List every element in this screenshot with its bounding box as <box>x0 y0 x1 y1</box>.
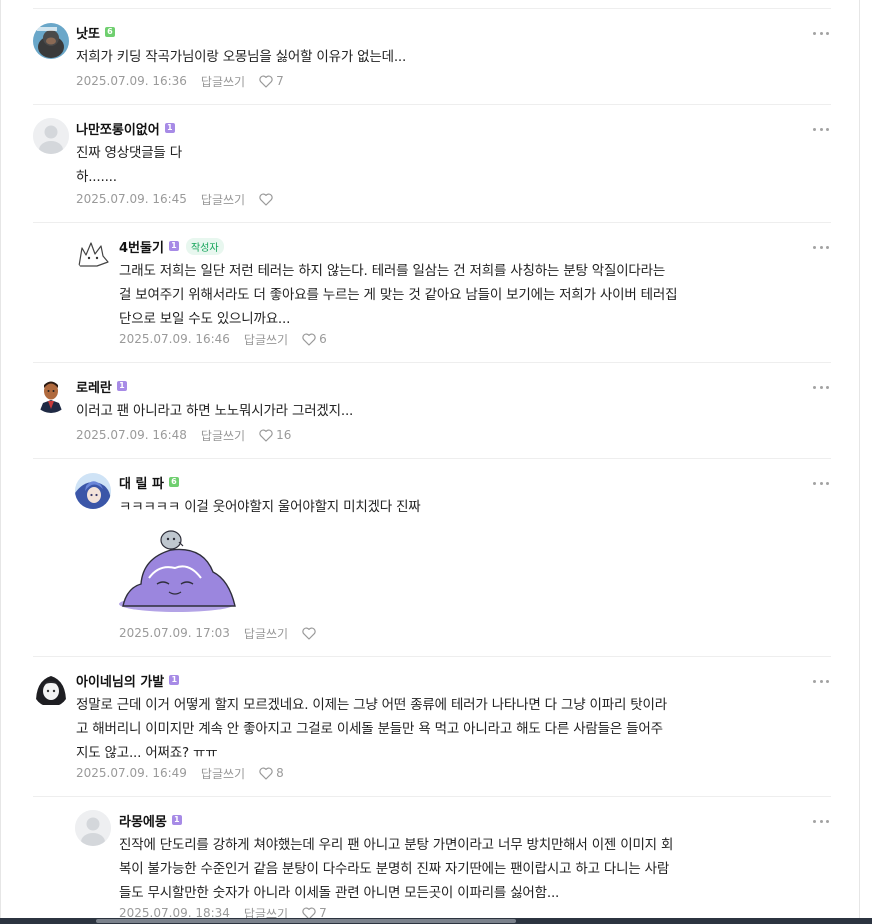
avatar[interactable] <box>33 377 69 413</box>
heart-outline-icon[interactable] <box>259 74 273 88</box>
more-horizontal-icon[interactable] <box>813 26 829 40</box>
horizontal-scrollbar[interactable] <box>0 918 872 924</box>
comment-text-line: 정말로 근데 이거 어떻게 할지 모르겠네요. 이제는 그냥 어떤 종류에 테러… <box>76 697 667 713</box>
comment-divider <box>33 656 831 657</box>
comment-text-line: 이러고 팬 아니라고 하면 노노뭐시가라 그러겠지... <box>76 403 354 419</box>
comment-text-line: 지도 않고... 어쩌죠? ㅠㅠ <box>76 745 218 761</box>
more-horizontal-icon[interactable] <box>813 814 829 828</box>
like-count: 16 <box>276 428 292 442</box>
member-level-icon: 6 <box>104 27 115 37</box>
heart-outline-icon[interactable] <box>259 766 273 780</box>
like-count: 6 <box>319 332 327 346</box>
member-level-icon: 1 <box>164 123 175 133</box>
like-count: 7 <box>276 74 284 88</box>
comment-text-line: 그래도 저희는 일단 저런 테러는 하지 않는다. 테러를 일삼는 건 저희를 … <box>119 263 666 279</box>
heart-outline-icon[interactable] <box>259 192 273 206</box>
top-divider <box>33 8 831 9</box>
comment-nickname[interactable]: 나만쪼롱이없어 <box>76 119 160 138</box>
reply-button[interactable]: 답글쓰기 <box>201 765 245 782</box>
page-right-border <box>859 0 860 924</box>
comment-nickname[interactable]: 낫또 <box>76 23 100 42</box>
comment-text-line: 고 해버리니 이미지만 계속 안 좋아지고 그걸로 이세돌 분들만 욕 먹고 아… <box>76 721 663 737</box>
more-horizontal-icon[interactable] <box>813 674 829 688</box>
comment-divider <box>33 362 831 363</box>
page-left-border <box>0 0 1 924</box>
comment-date: 2025.07.09. 16:46 <box>119 332 230 346</box>
reply-button[interactable]: 답글쓰기 <box>201 73 245 90</box>
reply-button[interactable]: 답글쓰기 <box>244 625 288 642</box>
member-level-icon: 1 <box>168 241 179 251</box>
reply-button[interactable]: 답글쓰기 <box>201 191 245 208</box>
comment-text: 이러고 팬 아니라고 하면 노노뭐시가라 그러겠지... <box>76 399 353 423</box>
member-level-icon: 6 <box>168 477 179 487</box>
comment-text: ㅋㅋㅋㅋㅋ 이걸 웃어야할지 울어야할지 미치겠다 진짜 <box>119 495 421 519</box>
sticker-image[interactable] <box>119 528 239 614</box>
avatar[interactable] <box>75 810 111 846</box>
comment-divider <box>33 222 831 223</box>
comment-text-line: 복이 불가능한 수준인거 같음 분탕이 다수라도 분명히 진짜 자기딴에는 팬이… <box>119 861 670 877</box>
avatar[interactable] <box>33 671 69 707</box>
more-horizontal-icon[interactable] <box>813 122 829 136</box>
author-badge: 작성자 <box>185 237 224 255</box>
comment-text-line: 단으로 보일 수도 있으니까요... <box>119 311 291 327</box>
comment-nickname[interactable]: 아이네님의 가발 <box>76 671 164 690</box>
avatar[interactable] <box>75 473 111 509</box>
comment-nickname[interactable]: 대 릴 파 <box>119 473 164 492</box>
member-level-icon: 1 <box>116 381 127 391</box>
member-level-icon: 1 <box>171 815 182 825</box>
more-horizontal-icon[interactable] <box>813 380 829 394</box>
comment-text: 정말로 근데 이거 어떻게 할지 모르겠네요. 이제는 그냥 어떤 종류에 테러… <box>76 693 667 765</box>
reply-button[interactable]: 답글쓰기 <box>201 427 245 444</box>
comment-text: 저희가 키딩 작곡가님이랑 오몽님을 싫어할 이유가 없는데... <box>76 45 406 69</box>
comment-text-line: 진짜 영상댓글들 다 <box>76 145 182 161</box>
comment-text-line: 저희가 키딩 작곡가님이랑 오몽님을 싫어할 이유가 없는데... <box>76 49 407 65</box>
member-level-icon: 1 <box>169 675 180 685</box>
comment-text: 진작에 단도리를 강하게 쳐야했는데 우리 팬 아니고 분탕 가면이라고 너무 … <box>119 833 673 905</box>
comment-divider <box>33 104 831 105</box>
comment-divider <box>33 458 831 459</box>
comment-divider <box>33 796 831 797</box>
comment-nickname[interactable]: 로레란 <box>76 377 112 396</box>
comment-date: 2025.07.09. 16:45 <box>76 192 187 206</box>
comment-date: 2025.07.09. 16:49 <box>76 766 187 780</box>
comment-text-line: 들도 무시할만한 숫자가 아니라 이세돌 관련 아니면 모든곳이 이파리를 싫어… <box>119 885 560 901</box>
like-count: 8 <box>276 766 284 780</box>
heart-outline-icon[interactable] <box>259 428 273 442</box>
comment-date: 2025.07.09. 16:36 <box>76 74 187 88</box>
comment-text-line: 하....... <box>76 169 117 185</box>
comment-text-line: ㅋㅋㅋㅋㅋ 이걸 웃어야할지 울어야할지 미치겠다 진짜 <box>119 499 421 515</box>
comment-date: 2025.07.09. 17:03 <box>119 626 230 640</box>
reply-button[interactable]: 답글쓰기 <box>244 331 288 348</box>
comment-text-line: 진작에 단도리를 강하게 쳐야했는데 우리 팬 아니고 분탕 가면이라고 너무 … <box>119 837 674 853</box>
comment-text-line: 걸 보여주기 위해서라도 더 좋아요를 누르는 게 맞는 것 같아요 남들이 보… <box>119 287 678 303</box>
avatar[interactable] <box>33 23 69 59</box>
avatar[interactable] <box>33 118 69 154</box>
scrollbar-thumb[interactable] <box>96 919 516 923</box>
comment-text: 진짜 영상댓글들 다 하....... <box>76 141 182 189</box>
heart-outline-icon[interactable] <box>302 626 316 640</box>
more-horizontal-icon[interactable] <box>813 240 829 254</box>
avatar[interactable] <box>75 236 111 272</box>
comment-text: 그래도 저희는 일단 저런 테러는 하지 않는다. 테러를 일삼는 건 저희를 … <box>119 259 678 331</box>
comment-nickname[interactable]: 4번둘기 <box>119 237 164 256</box>
more-horizontal-icon[interactable] <box>813 476 829 490</box>
comment-date: 2025.07.09. 16:48 <box>76 428 187 442</box>
heart-outline-icon[interactable] <box>302 332 316 346</box>
comment-nickname[interactable]: 라몽에몽 <box>119 811 167 830</box>
